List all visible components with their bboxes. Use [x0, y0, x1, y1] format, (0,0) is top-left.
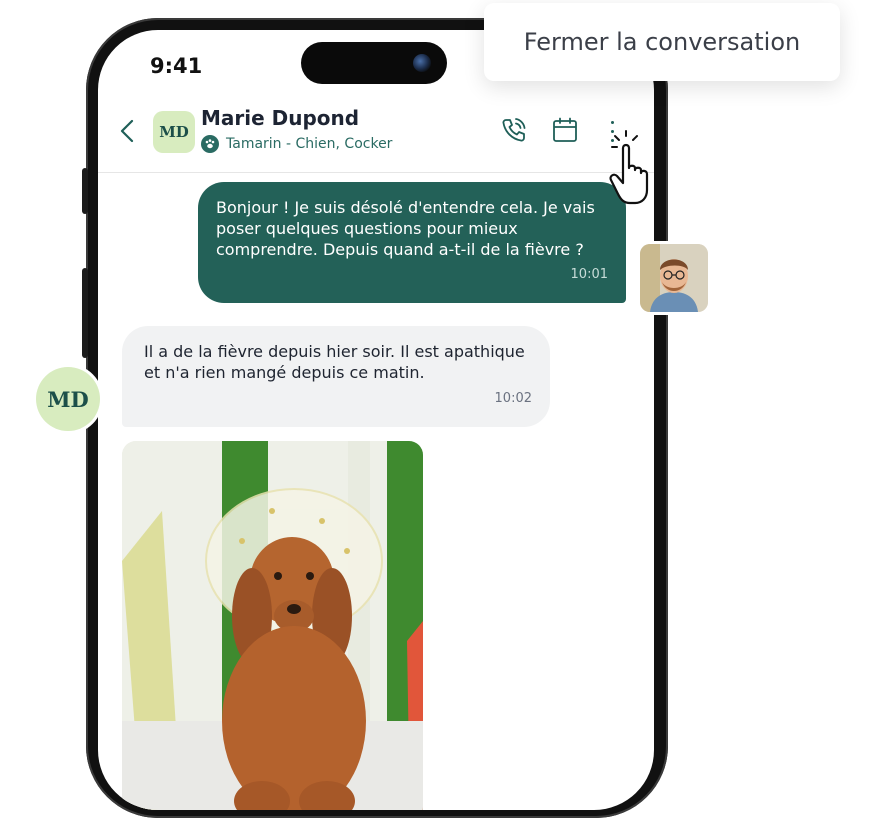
dynamic-island [301, 42, 447, 84]
phone-side-button [82, 168, 88, 214]
paw-icon [201, 135, 219, 153]
message-incoming: Il a de la fièvre depuis hier soir. Il e… [122, 326, 550, 427]
phone-side-button [82, 268, 88, 358]
contact-name: Marie Dupond [201, 106, 360, 130]
close-conversation-menu-item[interactable]: Fermer la conversation [484, 3, 840, 81]
status-time: 9:41 [150, 54, 203, 78]
more-dot [611, 121, 614, 124]
message-time: 10:02 [494, 391, 532, 406]
pet-info-row: Tamarin - Chien, Cocker [201, 135, 392, 153]
calendar-icon[interactable] [551, 116, 579, 144]
phone-screen: 9:41 MD Marie Dupond Tamarin - Chien, Co… [98, 30, 654, 810]
message-time: 10:01 [570, 267, 608, 282]
hand-pointer-icon [609, 130, 649, 205]
vet-avatar [640, 244, 708, 312]
phone-icon[interactable] [500, 116, 528, 144]
incoming-avatar: MD [36, 367, 100, 431]
chat-header: MD Marie Dupond Tamarin - Chien, Cocker [98, 100, 654, 173]
camera-lens [413, 54, 431, 72]
chevron-left-icon[interactable] [116, 118, 140, 144]
message-text: Il a de la fièvre depuis hier soir. Il e… [144, 342, 525, 382]
message-outgoing: Bonjour ! Je suis désolé d'entendre cela… [198, 182, 626, 303]
contact-avatar[interactable]: MD [153, 111, 195, 153]
pet-info: Tamarin - Chien, Cocker [226, 136, 393, 152]
message-text: Bonjour ! Je suis désolé d'entendre cela… [216, 198, 595, 259]
dog-photo[interactable] [122, 441, 423, 810]
